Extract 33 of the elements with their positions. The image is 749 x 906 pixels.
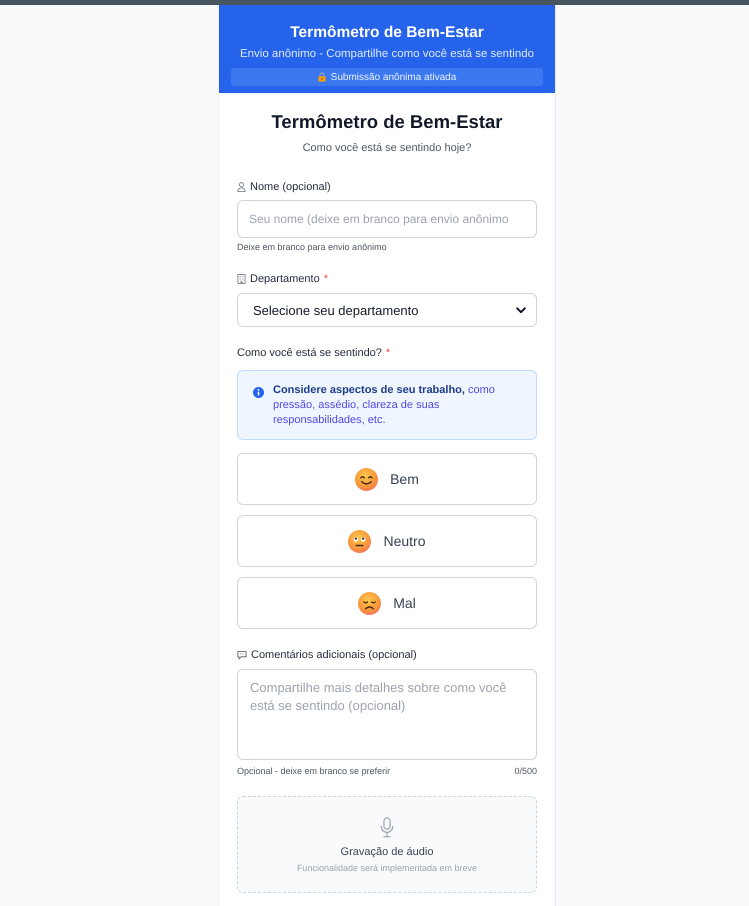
field-hint: Deixe em branco para envio anônimo [237, 241, 388, 253]
field-label: Nome (opcional) [250, 181, 331, 193]
speech-bubble-icon [237, 650, 247, 660]
audio-note: Funcionalidade será implementada em breve [296, 862, 478, 874]
field-hint: Opcional - deixe em branco se preferir [237, 765, 390, 777]
mood-option[interactable]: Mal [237, 577, 537, 629]
badge-text: Submissão anônima ativada [330, 72, 456, 82]
department-select[interactable]: Selecione seu departamento [237, 293, 537, 327]
header-subtitle: Envio anônimo - Compartilhe como você está se sentindo [238, 47, 536, 61]
microphone-icon [380, 816, 394, 839]
building-icon [237, 274, 246, 284]
mood-option[interactable]: Bem [237, 453, 537, 505]
field-label: Comentários adicionais (opcional) [251, 649, 417, 661]
audio-title: Gravação de áudio [340, 845, 434, 859]
character-counter: 0/500 [514, 765, 537, 777]
comments-textarea[interactable]: Compartilhe mais detalhes sobre como você está se sentindo (opcional) [237, 669, 537, 760]
required-asterisk: * [386, 347, 390, 359]
person-icon [237, 182, 246, 192]
sad-face-icon [358, 592, 382, 614]
form-title: Termômetro de Bem-Estar [270, 110, 504, 134]
header-title: Termômetro de Bem-Estar [289, 23, 485, 43]
info-icon [253, 387, 264, 398]
info-text: Considere aspectos de seu trabalho, como pressão, assédio, clareza de suas responsabilidades, etc. [273, 383, 496, 428]
chevron-down-icon [516, 306, 526, 314]
smiling-face-icon [355, 468, 378, 490]
lock-icon [318, 72, 326, 82]
mood-option[interactable]: Neutro [237, 515, 537, 567]
required-asterisk: * [324, 273, 328, 285]
field-label: Como você está se sentindo? [237, 347, 382, 359]
form-subtitle: Como você está se sentindo hoje? [302, 141, 472, 155]
neutral-face-icon [348, 530, 372, 552]
name-input[interactable]: Seu nome (deixe em branco para envio anônimo [237, 200, 537, 238]
field-label: Departamento [250, 273, 320, 285]
